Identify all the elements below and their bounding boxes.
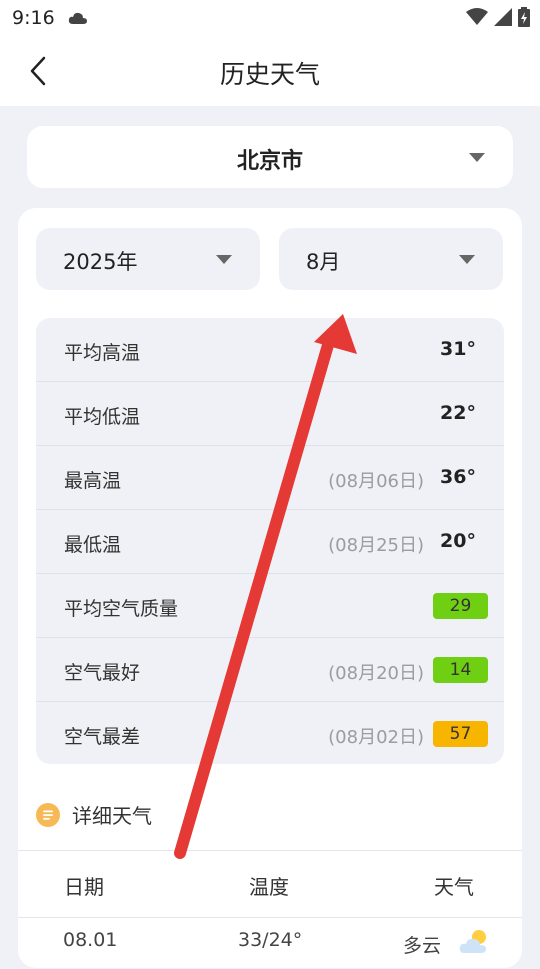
- column-header-temp: 温度: [249, 875, 289, 899]
- year-select-value: 2025年: [63, 250, 138, 274]
- stat-value: 22°: [440, 402, 476, 424]
- partly-cloudy-icon: [459, 930, 486, 953]
- stat-date: (08月02日): [328, 727, 424, 748]
- signal-icon: [494, 8, 512, 26]
- row-date: 08.01: [63, 929, 118, 951]
- stat-row-avg-aqi: 平均空气质量 29: [36, 574, 504, 638]
- status-time: 9:16: [12, 7, 55, 29]
- table-header: 日期 温度 天气: [18, 850, 522, 918]
- stats-panel: 平均高温 31° 平均低温 22° 最高温 (08月06日) 36° 最低温 (…: [36, 318, 504, 764]
- stat-label: 最低温: [64, 534, 122, 556]
- month-select-value: 8月: [306, 250, 341, 274]
- column-header-date: 日期: [64, 875, 104, 899]
- stat-label: 平均空气质量: [64, 598, 179, 620]
- status-bar: 9:16: [0, 0, 540, 36]
- stat-date: (08月06日): [328, 471, 424, 492]
- stat-row-avg-low: 平均低温 22°: [36, 382, 504, 446]
- section-title: 详细天气: [72, 804, 152, 828]
- city-selector[interactable]: 北京市: [27, 126, 513, 188]
- page-title: 历史天气: [219, 60, 320, 89]
- stat-label: 空气最差: [64, 726, 141, 748]
- section-header: 详细天气: [36, 800, 152, 829]
- stat-label: 最高温: [64, 470, 122, 492]
- stat-row-min: 最低温 (08月25日) 20°: [36, 510, 504, 574]
- stat-label: 平均高温: [64, 342, 141, 364]
- table-row[interactable]: 08.01 33/24° 多云: [18, 917, 522, 969]
- aqi-badge: 57: [433, 721, 488, 747]
- dropdown-caret-icon: [216, 255, 232, 264]
- dropdown-caret-icon: [459, 255, 475, 264]
- status-icons: [466, 7, 530, 27]
- stat-value: 20°: [440, 530, 476, 552]
- battery-icon: [518, 7, 530, 27]
- top-bar: 历史天气: [0, 36, 540, 106]
- cloud-icon: [68, 12, 87, 24]
- aqi-badge: 29: [433, 593, 488, 619]
- stat-date: (08月25日): [328, 535, 424, 556]
- row-weather: 多云: [403, 935, 442, 957]
- wifi-icon: [466, 8, 488, 25]
- stat-row-worst-aqi: 空气最差 (08月02日) 57: [36, 702, 504, 764]
- history-card: 2025年 8月 平均高温 31° 平均低温 22° 最高温 (08月06日) …: [18, 208, 522, 968]
- stat-label: 平均低温: [64, 406, 141, 428]
- stat-date: (08月20日): [328, 663, 424, 684]
- list-icon: [36, 802, 60, 827]
- column-header-weather: 天气: [434, 875, 474, 899]
- stat-row-best-aqi: 空气最好 (08月20日) 14: [36, 638, 504, 702]
- month-select[interactable]: 8月: [279, 228, 503, 290]
- city-name: 北京市: [236, 149, 303, 174]
- stat-row-avg-high: 平均高温 31°: [36, 318, 504, 382]
- stat-label: 空气最好: [64, 662, 141, 684]
- stat-value: 36°: [440, 466, 476, 488]
- aqi-badge: 14: [433, 657, 488, 683]
- dropdown-caret-icon: [469, 153, 485, 162]
- year-select[interactable]: 2025年: [36, 228, 260, 290]
- row-temp: 33/24°: [238, 929, 303, 951]
- stat-row-max: 最高温 (08月06日) 36°: [36, 446, 504, 510]
- stat-value: 31°: [440, 338, 476, 360]
